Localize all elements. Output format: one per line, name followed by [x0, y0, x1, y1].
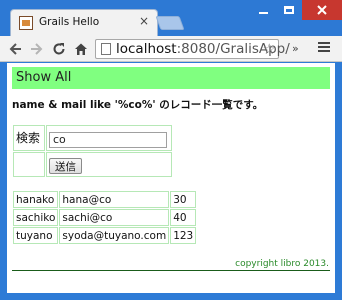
- search-form: 検索 送信: [12, 124, 173, 178]
- cell-name: sachiko: [13, 209, 59, 226]
- table-row: sachiko sachi@co 40: [13, 209, 197, 226]
- url-host: localhost: [116, 41, 177, 57]
- close-icon: [317, 5, 327, 15]
- cell-age: 123: [170, 227, 197, 244]
- footer-divider: [12, 270, 330, 271]
- query-description: name & mail like '%co%' のレコード一覧です。: [12, 99, 264, 111]
- maximize-icon: [284, 6, 294, 14]
- cell-mail: syoda@tuyano.com: [59, 227, 170, 244]
- table-row: tuyano syoda@tuyano.com 123: [13, 227, 197, 244]
- close-window-button[interactable]: [302, 0, 342, 20]
- cell-age: 40: [170, 209, 197, 226]
- browser-tab[interactable]: Grails Hello ×: [10, 9, 158, 36]
- hamburger-menu-icon[interactable]: [318, 42, 330, 54]
- new-tab-button[interactable]: [155, 16, 185, 30]
- reload-button[interactable]: [50, 40, 68, 58]
- cell-age: 30: [170, 191, 197, 208]
- minimize-button[interactable]: [250, 0, 276, 20]
- cell-name: tuyano: [13, 227, 59, 244]
- maximize-button[interactable]: [276, 0, 302, 20]
- window-titlebar: Grails Hello ×: [0, 0, 342, 36]
- address-bar[interactable]: localhost:8080/GralisApp/ ☆: [95, 39, 290, 59]
- favicon-icon: [19, 16, 33, 30]
- cell-mail: sachi@co: [59, 209, 170, 226]
- chevron-double-right-icon[interactable]: »: [292, 42, 299, 55]
- browser-toolbar: localhost:8080/GralisApp/ ☆ »: [0, 36, 342, 62]
- page-header: Show All: [12, 67, 330, 89]
- results-table: hanako hana@co 30 sachiko sachi@co 40 tu…: [12, 190, 197, 245]
- copyright-text: copyright libro 2013.: [235, 259, 329, 269]
- arrow-left-icon: [9, 43, 21, 55]
- submit-button[interactable]: 送信: [49, 157, 82, 174]
- page-icon: [101, 43, 111, 55]
- cell-name: hanako: [13, 191, 59, 208]
- tab-title: Grails Hello: [39, 16, 100, 28]
- home-icon: [75, 43, 87, 55]
- star-icon[interactable]: ☆: [263, 40, 276, 58]
- page-viewport: Show All name & mail like '%co%' のレコード一覧…: [7, 63, 335, 293]
- home-button[interactable]: [72, 40, 90, 58]
- tab-close-icon[interactable]: ×: [139, 14, 149, 28]
- table-row: hanako hana@co 30: [13, 191, 197, 208]
- minimize-icon: [258, 12, 268, 14]
- search-label: 検索: [13, 125, 45, 151]
- arrow-right-icon: [31, 43, 43, 55]
- reload-icon: [53, 43, 65, 55]
- back-button[interactable]: [7, 40, 25, 58]
- forward-button[interactable]: [27, 40, 45, 58]
- cell-mail: hana@co: [59, 191, 170, 208]
- search-input[interactable]: [49, 131, 167, 148]
